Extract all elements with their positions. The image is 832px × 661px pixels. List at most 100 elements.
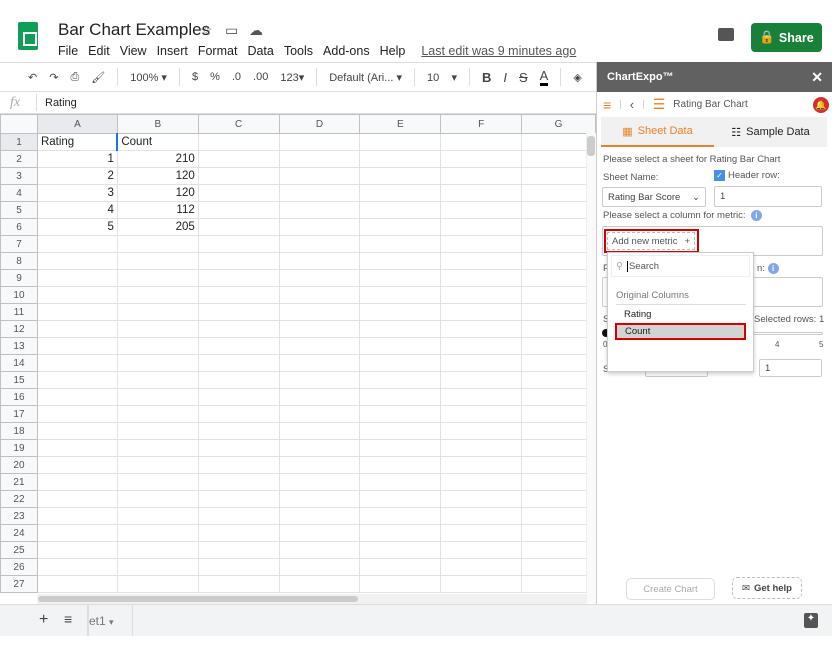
last-edit-link[interactable]: Last edit was 9 minutes ago: [421, 44, 576, 58]
bold-button[interactable]: B: [482, 70, 491, 85]
cell[interactable]: [440, 473, 523, 491]
cell[interactable]: [440, 541, 523, 559]
close-icon[interactable]: ✕: [811, 69, 823, 86]
header-row-checkbox[interactable]: ✓ Header row:: [714, 170, 780, 181]
text-color-button[interactable]: A: [539, 68, 549, 86]
cell[interactable]: [359, 473, 442, 491]
cell[interactable]: [521, 388, 596, 406]
cell[interactable]: [440, 218, 523, 236]
cell[interactable]: [440, 269, 523, 287]
cell[interactable]: [521, 150, 596, 168]
cell[interactable]: [278, 201, 361, 219]
row-header[interactable]: 10: [0, 286, 38, 304]
cell[interactable]: [197, 286, 280, 304]
cell[interactable]: [197, 507, 280, 525]
cell[interactable]: [440, 490, 523, 508]
cell[interactable]: [440, 235, 523, 253]
cell[interactable]: [197, 303, 280, 321]
cell[interactable]: [359, 252, 442, 270]
row-header[interactable]: 4: [0, 184, 38, 202]
menu-file[interactable]: File: [58, 44, 78, 58]
dropdown-item-count[interactable]: Count: [615, 323, 746, 340]
cell[interactable]: [116, 320, 199, 338]
cell[interactable]: [36, 524, 118, 542]
cell[interactable]: [278, 456, 361, 474]
cell[interactable]: [521, 133, 596, 151]
row-header[interactable]: 3: [0, 167, 38, 185]
cell[interactable]: [440, 133, 523, 151]
cell[interactable]: [116, 473, 199, 491]
cell[interactable]: [36, 422, 118, 440]
cell[interactable]: 120: [116, 167, 199, 185]
cell[interactable]: [440, 422, 523, 440]
cell[interactable]: [521, 558, 596, 576]
cell[interactable]: [197, 575, 280, 593]
cell[interactable]: [440, 388, 523, 406]
cell[interactable]: [359, 558, 442, 576]
cell[interactable]: [197, 133, 280, 151]
comment-icon[interactable]: [718, 28, 734, 41]
row-header[interactable]: 23: [0, 507, 38, 525]
cell[interactable]: [197, 201, 280, 219]
cell[interactable]: [440, 575, 523, 593]
row-header[interactable]: 24: [0, 524, 38, 542]
cell[interactable]: [521, 524, 596, 542]
cell[interactable]: [197, 167, 280, 185]
cell[interactable]: 210: [116, 150, 199, 168]
increase-decimal-button[interactable]: .00: [253, 71, 268, 83]
cell[interactable]: [359, 541, 442, 559]
create-chart-button[interactable]: Create Chart: [626, 578, 715, 600]
row-header[interactable]: 5: [0, 201, 38, 219]
cell[interactable]: [278, 320, 361, 338]
redo-icon[interactable]: ↷: [49, 71, 58, 84]
cell[interactable]: [278, 405, 361, 423]
cell[interactable]: [116, 371, 199, 389]
cell[interactable]: [278, 337, 361, 355]
back-icon[interactable]: ‹: [630, 97, 634, 112]
cell[interactable]: [116, 575, 199, 593]
cell[interactable]: [359, 303, 442, 321]
menu-insert[interactable]: Insert: [157, 44, 188, 58]
cell[interactable]: [440, 252, 523, 270]
cell[interactable]: [116, 422, 199, 440]
cell[interactable]: [278, 218, 361, 236]
menu-format[interactable]: Format: [198, 44, 238, 58]
column-search-input[interactable]: ⚲ Search: [611, 255, 750, 277]
cell[interactable]: [359, 388, 442, 406]
cell[interactable]: [440, 507, 523, 525]
cell[interactable]: [116, 286, 199, 304]
cell[interactable]: [359, 524, 442, 542]
cell[interactable]: [521, 371, 596, 389]
cell[interactable]: [36, 371, 118, 389]
cell[interactable]: [521, 575, 596, 593]
row-header[interactable]: 15: [0, 371, 38, 389]
cell[interactable]: [278, 473, 361, 491]
row-header[interactable]: 9: [0, 269, 38, 287]
cell[interactable]: [116, 252, 199, 270]
cell[interactable]: [278, 439, 361, 457]
cell[interactable]: [278, 252, 361, 270]
cell[interactable]: [116, 303, 199, 321]
cell[interactable]: [521, 269, 596, 287]
print-icon[interactable]: ⎙: [70, 71, 79, 84]
cell[interactable]: Rating: [36, 133, 118, 151]
cell[interactable]: [278, 286, 361, 304]
cell[interactable]: [197, 558, 280, 576]
cell[interactable]: [440, 320, 523, 338]
header-row-input[interactable]: 1: [714, 186, 822, 207]
cell[interactable]: 4: [36, 201, 118, 219]
cell[interactable]: [116, 354, 199, 372]
row-header[interactable]: 20: [0, 456, 38, 474]
cell[interactable]: [197, 218, 280, 236]
font-select[interactable]: Default (Ari... ▾: [329, 71, 402, 84]
cell[interactable]: [278, 150, 361, 168]
row-header[interactable]: 11: [0, 303, 38, 321]
row-header[interactable]: 16: [0, 388, 38, 406]
cell[interactable]: [440, 303, 523, 321]
tab-sheet-data[interactable]: ▦ Sheet Data: [601, 117, 714, 147]
menu-addons[interactable]: Add-ons: [323, 44, 370, 58]
cell[interactable]: [359, 201, 442, 219]
row-header[interactable]: 1: [0, 133, 38, 151]
cell[interactable]: [197, 388, 280, 406]
cell[interactable]: [197, 320, 280, 338]
